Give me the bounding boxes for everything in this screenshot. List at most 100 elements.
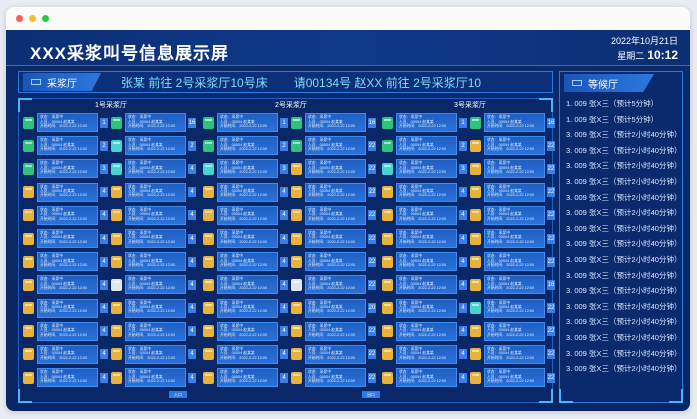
- entrance-button[interactable]: 入口: [169, 391, 187, 398]
- bed-unit[interactable]: 状态: 采浆中 人员: 00004 赵某某 开始时间: 2022-2-22 12:00 22: [470, 205, 558, 225]
- bed-unit[interactable]: 状态: 采浆中 人员: 00004 赵某某 开始时间: 2022-2-22 12:00 16: [470, 275, 558, 295]
- bed-unit[interactable]: 状态: 采浆中 人员: 00004 赵某某 开始时间: 2022-2-22 12:00 22: [291, 229, 379, 249]
- bed-unit[interactable]: 状态: 采浆中 人员: 00004 赵某某 开始时间: 2022-2-22 12:00 2: [23, 136, 111, 156]
- card-line: 开始时间: 2022-2-22 12:00: [487, 286, 542, 290]
- bed-unit[interactable]: 状态: 采浆中 人员: 00004 赵某某 开始时间: 2022-2-22 12:00 4: [23, 182, 111, 202]
- bed-unit[interactable]: 状态: 采浆中 人员: 00004 赵某某 开始时间: 2022-2-22 12:00 22: [470, 182, 558, 202]
- waiting-item: 3. 009 张X三（预计2小时40分钟）: [566, 317, 682, 327]
- bed-unit[interactable]: 状态: 采浆中 人员: 00004 赵某某 开始时间: 2022-2-22 12:00 3: [23, 159, 111, 179]
- bed-unit[interactable]: 状态: 采浆中 人员: 00004 赵某某 开始时间: 2022-2-22 12:00 2: [382, 136, 470, 156]
- card-value: 00004 赵某某: [231, 374, 255, 379]
- bed-unit[interactable]: 状态: 采浆中 人员: 00004 赵某某 开始时间: 2022-2-22 12:00 22: [291, 275, 379, 295]
- card-label: 状态:: [40, 277, 49, 282]
- bed-unit[interactable]: 状态: 采浆中 人员: 00004 赵某某 开始时间: 2022-2-22 12:00 4: [203, 275, 291, 295]
- bed-unit[interactable]: 状态: 采浆中 人员: 00004 赵某某 开始时间: 2022-2-22 12:00 4: [111, 275, 199, 295]
- bed-unit[interactable]: 状态: 采浆中 人员: 00004 赵某某 开始时间: 2022-2-22 12:00 2: [111, 136, 199, 156]
- card-label: 开始时间:: [487, 193, 504, 198]
- card-label: 开始时间:: [308, 216, 325, 221]
- card-line: 开始时间: 2022-2-22 12:00: [399, 147, 454, 151]
- bed-unit[interactable]: 状态: 采浆中 人员: 00004 赵某某 开始时间: 2022-2-22 12:00 4: [111, 182, 199, 202]
- bed-unit[interactable]: 状态: 采浆中 人员: 00004 赵某某 开始时间: 2022-2-22 12:00 4: [382, 368, 470, 388]
- bed-card: 状态: 采浆中 人员: 00004 赵某某 开始时间: 2022-2-22 12:00: [396, 229, 457, 249]
- bed-unit[interactable]: 状态: 采浆中 人员: 00004 赵某某 开始时间: 2022-2-22 12:00 22: [291, 205, 379, 225]
- card-line: 开始时间: 2022-2-22 12:00: [220, 217, 275, 221]
- bed-unit[interactable]: 状态: 采浆中 人员: 00004 赵某某 开始时间: 2022-2-22 12:00 4: [111, 368, 199, 388]
- bed-unit[interactable]: 状态: 采浆中 人员: 00004 赵某某 开始时间: 2022-2-22 12:00 4: [203, 321, 291, 341]
- bed-unit[interactable]: 状态: 采浆中 人员: 00004 赵某某 开始时间: 2022-2-22 12:00 4: [23, 229, 111, 249]
- bed-unit[interactable]: 状态: 采浆中 人员: 00004 赵某某 开始时间: 2022-2-22 12:00 22: [470, 159, 558, 179]
- bed-unit[interactable]: 状态: 采浆中 人员: 00004 赵某某 开始时间: 2022-2-22 12:00 4: [23, 205, 111, 225]
- waiting-item: 3. 009 张X三（预计2小时40分钟）: [566, 364, 682, 374]
- plasma-bag-icon: [291, 116, 302, 129]
- bed-unit[interactable]: 状态: 采浆中 人员: 00004 赵某某 开始时间: 2022-2-22 12:00 4: [111, 229, 199, 249]
- bed-card: 状态: 采浆中 人员: 00004 赵某某 开始时间: 2022-2-22 12:00: [125, 321, 186, 341]
- card-line: 开始时间: 2022-2-22 12:00: [399, 333, 454, 337]
- bed-unit[interactable]: 状态: 采浆中 人员: 00004 赵某某 开始时间: 2022-2-22 12:00 22: [291, 252, 379, 272]
- bed-unit[interactable]: 状态: 采浆中 人员: 00004 赵某某 开始时间: 2022-2-22 12:00 22: [470, 344, 558, 364]
- bed-unit[interactable]: 状态: 采浆中 人员: 00004 赵某某 开始时间: 2022-2-22 12:00 4: [203, 182, 291, 202]
- card-label: 开始时间:: [128, 193, 145, 198]
- bed-unit[interactable]: 状态: 采浆中 人员: 00004 赵某某 开始时间: 2022-2-22 12:00 4: [382, 298, 470, 318]
- bed-unit[interactable]: 状态: 采浆中 人员: 00004 赵某某 开始时间: 2022-2-22 12:00 4: [382, 229, 470, 249]
- bed-unit[interactable]: 状态: 采浆中 人员: 00004 赵某某 开始时间: 2022-2-22 12:00 22: [291, 321, 379, 341]
- bed-unit[interactable]: 状态: 采浆中 人员: 00004 赵某某 开始时间: 2022-2-22 12:00 22: [470, 136, 558, 156]
- close-dot[interactable]: [16, 15, 23, 22]
- bed-unit[interactable]: 状态: 采浆中 人员: 00004 赵某某 开始时间: 2022-2-22 12:00 20: [291, 298, 379, 318]
- bed-unit[interactable]: 状态: 采浆中 人员: 00004 赵某某 开始时间: 2022-2-22 12:00 4: [203, 368, 291, 388]
- minimize-dot[interactable]: [29, 15, 36, 22]
- bed-unit[interactable]: 状态: 采浆中 人员: 00004 赵某某 开始时间: 2022-2-22 12:00 4: [111, 321, 199, 341]
- bed-unit[interactable]: 状态: 采浆中 人员: 00004 赵某某 开始时间: 2022-2-22 12:00 4: [203, 298, 291, 318]
- bed-unit[interactable]: 状态: 采浆中 人员: 00004 赵某某 开始时间: 2022-2-22 12:00 4: [111, 205, 199, 225]
- bed-unit[interactable]: 状态: 采浆中 人员: 00004 赵某某 开始时间: 2022-2-22 12:00 4: [23, 275, 111, 295]
- bed-unit[interactable]: 状态: 采浆中 人员: 00004 赵某某 开始时间: 2022-2-22 12:00 4: [203, 229, 291, 249]
- bed-unit[interactable]: 状态: 采浆中 人员: 00004 赵某某 开始时间: 2022-2-22 12:00 22: [470, 229, 558, 249]
- bed-unit[interactable]: 状态: 采浆中 人员: 00004 赵某某 开始时间: 2022-2-22 12:00 4: [382, 205, 470, 225]
- bed-unit[interactable]: 状态: 采浆中 人员: 00004 赵某某 开始时间: 2022-2-22 12:00 4: [111, 344, 199, 364]
- bed-unit[interactable]: 状态: 采浆中 人员: 00004 赵某某 开始时间: 2022-2-22 12:00 4: [23, 298, 111, 318]
- maximize-dot[interactable]: [42, 15, 49, 22]
- card-label: 开始时间:: [128, 263, 145, 268]
- bed-unit[interactable]: 状态: 采浆中 人员: 00004 赵某某 开始时间: 2022-2-22 12:00 4: [382, 321, 470, 341]
- bed-unit[interactable]: 状态: 采浆中 人员: 00004 赵某某 开始时间: 2022-2-22 12:00 4: [111, 159, 199, 179]
- bed-unit[interactable]: 状态: 采浆中 人员: 00004 赵某某 开始时间: 2022-2-22 12:00 16: [470, 113, 558, 133]
- card-label: 人员:: [128, 119, 137, 124]
- bed-unit[interactable]: 状态: 采浆中 人员: 00004 赵某某 开始时间: 2022-2-22 12:00 4: [23, 344, 111, 364]
- bed-unit[interactable]: 状态: 采浆中 人员: 00004 赵某某 开始时间: 2022-2-22 12:00 22: [291, 159, 379, 179]
- bed-unit[interactable]: 状态: 采浆中 人员: 00004 赵某某 开始时间: 2022-2-22 12:00 22: [470, 252, 558, 272]
- bed-unit[interactable]: 状态: 采浆中 人员: 00004 赵某某 开始时间: 2022-2-22 12:00 1: [23, 113, 111, 133]
- bed-unit[interactable]: 状态: 采浆中 人员: 00004 赵某某 开始时间: 2022-2-22 12:00 22: [291, 182, 379, 202]
- bed-unit[interactable]: 状态: 采浆中 人员: 00004 赵某某 开始时间: 2022-2-22 12:00 4: [23, 252, 111, 272]
- bed-number: 4: [280, 279, 288, 290]
- bed-unit[interactable]: 状态: 采浆中 人员: 00004 赵某某 开始时间: 2022-2-22 12:00 2: [203, 136, 291, 156]
- bed-unit[interactable]: 状态: 采浆中 人员: 00004 赵某某 开始时间: 2022-2-22 12:00 22: [470, 298, 558, 318]
- bed-number: 4: [459, 210, 467, 221]
- bed-unit[interactable]: 状态: 采浆中 人员: 00004 赵某某 开始时间: 2022-2-22 12:00 22: [470, 368, 558, 388]
- bed-unit[interactable]: 状态: 采浆中 人员: 00004 赵某某 开始时间: 2022-2-22 12:00 22: [291, 368, 379, 388]
- bed-unit[interactable]: 状态: 采浆中 人员: 00004 赵某某 开始时间: 2022-2-22 12:00 4: [203, 252, 291, 272]
- bed-unit[interactable]: 状态: 采浆中 人员: 00004 赵某某 开始时间: 2022-2-22 12:00 1: [203, 113, 291, 133]
- bed-unit[interactable]: 状态: 采浆中 人员: 00004 赵某某 开始时间: 2022-2-22 12:00 22: [470, 321, 558, 341]
- card-value: 00004 赵某某: [139, 374, 163, 379]
- bed-unit[interactable]: 状态: 采浆中 人员: 00004 赵某某 开始时间: 2022-2-22 12:00 4: [382, 275, 470, 295]
- bed-unit[interactable]: 状态: 采浆中 人员: 00004 赵某某 开始时间: 2022-2-22 12:00 22: [291, 136, 379, 156]
- bed-unit[interactable]: 状态: 采浆中 人员: 00004 赵某某 开始时间: 2022-2-22 12:00 4: [203, 344, 291, 364]
- bed-unit[interactable]: 状态: 采浆中 人员: 00004 赵某某 开始时间: 2022-2-22 12:00 4: [111, 298, 199, 318]
- bed-unit[interactable]: 状态: 采浆中 人员: 00004 赵某某 开始时间: 2022-2-22 12:00 4: [382, 252, 470, 272]
- bed-unit[interactable]: 状态: 采浆中 人员: 00004 赵某某 开始时间: 2022-2-22 12:00 4: [382, 182, 470, 202]
- bed-unit[interactable]: 状态: 采浆中 人员: 00004 赵某某 开始时间: 2022-2-22 12:00 4: [23, 321, 111, 341]
- bed-unit[interactable]: 状态: 采浆中 人员: 00004 赵某某 开始时间: 2022-2-22 12:00 4: [382, 344, 470, 364]
- bed-unit[interactable]: 状态: 采浆中 人员: 00004 赵某某 开始时间: 2022-2-22 12:00 16: [111, 113, 199, 133]
- bed-unit[interactable]: 状态: 采浆中 人员: 00004 赵某某 开始时间: 2022-2-22 12:00 16: [291, 113, 379, 133]
- bed-row: 状态: 采浆中 人员: 00004 赵某某 开始时间: 2022-2-22 12:00 3 状…: [382, 157, 558, 180]
- bed-number: 4: [188, 233, 196, 244]
- card-label: 开始时间:: [220, 332, 237, 337]
- bed-unit[interactable]: 状态: 采浆中 人员: 00004 赵某某 开始时间: 2022-2-22 12:00 4: [203, 205, 291, 225]
- bed-unit[interactable]: 状态: 采浆中 人员: 00004 赵某某 开始时间: 2022-2-22 12:00 1: [382, 113, 470, 133]
- card-value: 2022-2-22 12:00: [506, 123, 535, 128]
- bed-unit[interactable]: 状态: 采浆中 人员: 00004 赵某某 开始时间: 2022-2-22 12:00 3: [203, 159, 291, 179]
- exit-button[interactable]: 出口: [362, 391, 380, 398]
- bed-unit[interactable]: 状态: 采浆中 人员: 00004 赵某某 开始时间: 2022-2-22 12:00 4: [111, 252, 199, 272]
- bed-unit[interactable]: 状态: 采浆中 人员: 00004 赵某某 开始时间: 2022-2-22 12:00 4: [23, 368, 111, 388]
- bed-unit[interactable]: 状态: 采浆中 人员: 00004 赵某某 开始时间: 2022-2-22 12:00 22: [291, 344, 379, 364]
- bed-unit[interactable]: 状态: 采浆中 人员: 00004 赵某某 开始时间: 2022-2-22 12:00 3: [382, 159, 470, 179]
